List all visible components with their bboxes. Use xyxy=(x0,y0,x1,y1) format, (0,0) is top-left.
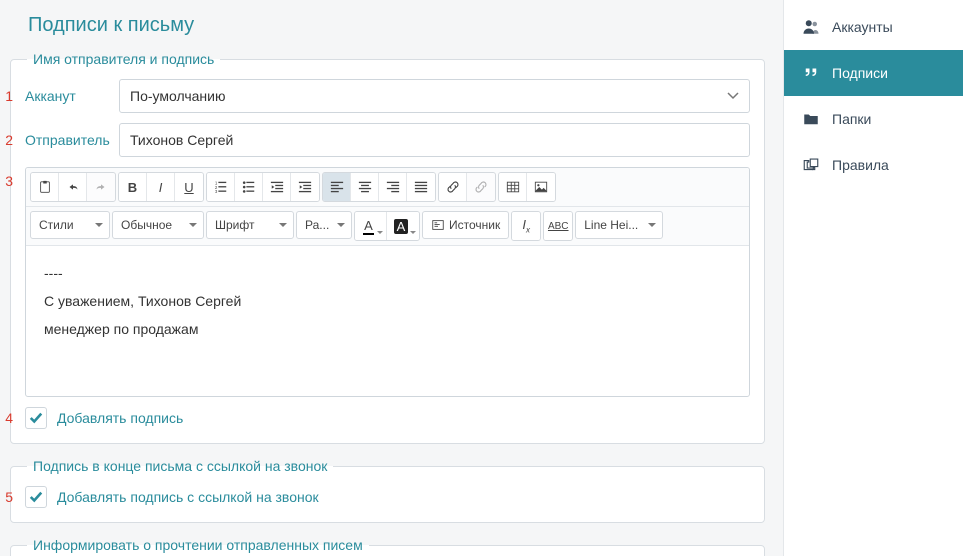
format-select[interactable]: Обычное xyxy=(112,211,204,239)
bottom-signature-fieldset: Подпись в конце письма с ссылкой на звон… xyxy=(10,458,765,523)
toolbar-row-2: Стили Обычное Шрифт Ра... A A Источник xyxy=(26,207,749,246)
size-select[interactable]: Ра... xyxy=(296,211,352,239)
marker-3: 3 xyxy=(0,173,13,189)
paste-button[interactable] xyxy=(31,173,59,201)
call-link-label[interactable]: Добавлять подпись с ссылкой на звонок xyxy=(57,489,319,505)
clear-format-button[interactable]: Ix xyxy=(512,212,540,240)
sender-row: 2 Отправитель xyxy=(25,123,750,157)
read-status-fieldset: Информировать о прочтении отправленных п… xyxy=(10,537,765,556)
sidebar-item-signatures[interactable]: Подписи xyxy=(784,50,963,96)
bg-color-button[interactable]: A xyxy=(387,212,419,240)
add-signature-label[interactable]: Добавлять подпись xyxy=(57,410,183,426)
text-color-button[interactable]: A xyxy=(355,212,387,240)
quotes-icon xyxy=(802,64,820,82)
redo-button[interactable] xyxy=(87,173,115,201)
editor: B I U 123 xyxy=(25,167,750,397)
marker-1: 1 xyxy=(0,88,13,104)
read-status-legend: Информировать о прочтении отправленных п… xyxy=(27,537,369,553)
editor-content[interactable]: ---- С уважением, Тихонов Сергей менедже… xyxy=(26,246,749,396)
link-button[interactable] xyxy=(439,173,467,201)
check-icon xyxy=(29,490,43,504)
bottom-signature-legend: Подпись в конце письма с ссылкой на звон… xyxy=(27,458,333,474)
underline-button[interactable]: U xyxy=(175,173,203,201)
align-right-button[interactable] xyxy=(379,173,407,201)
sidebar-item-rules[interactable]: Правила xyxy=(784,142,963,188)
main-content: Подписи к письму Имя отправителя и подпи… xyxy=(0,0,783,556)
source-button[interactable]: Источник xyxy=(422,211,509,239)
sidebar: Аккаунты Подписи Папки Правила xyxy=(783,0,963,556)
signature-line-1: ---- xyxy=(44,262,731,286)
add-signature-row: 4 Добавлять подпись xyxy=(25,407,750,429)
editor-row: 3 B I U xyxy=(25,167,750,397)
font-select[interactable]: Шрифт xyxy=(206,211,294,239)
styles-select[interactable]: Стили xyxy=(30,211,110,239)
marker-2: 2 xyxy=(0,132,13,148)
account-row: 1 Акканут По-умолчанию xyxy=(25,79,750,113)
align-left-button[interactable] xyxy=(323,173,351,201)
sidebar-label: Аккаунты xyxy=(832,19,893,35)
image-button[interactable] xyxy=(527,173,555,201)
table-button[interactable] xyxy=(499,173,527,201)
sender-fieldset: Имя отправителя и подпись 1 Акканут По-у… xyxy=(10,51,765,444)
sidebar-item-accounts[interactable]: Аккаунты xyxy=(784,4,963,50)
indent-button[interactable] xyxy=(291,173,319,201)
align-center-button[interactable] xyxy=(351,173,379,201)
svg-text:3: 3 xyxy=(214,189,217,194)
sidebar-label: Правила xyxy=(832,157,889,173)
call-link-row: 5 Добавлять подпись с ссылкой на звонок xyxy=(25,486,750,508)
sender-label: Отправитель xyxy=(25,132,119,148)
numbered-list-button[interactable]: 123 xyxy=(207,173,235,201)
unlink-button[interactable] xyxy=(467,173,495,201)
folder-icon xyxy=(802,110,820,128)
undo-button[interactable] xyxy=(59,173,87,201)
marker-4: 4 xyxy=(0,410,13,426)
call-link-checkbox[interactable] xyxy=(25,486,47,508)
signature-line-3: менеджер по продажам xyxy=(44,318,731,342)
sender-input[interactable] xyxy=(119,123,750,157)
account-label: Акканут xyxy=(25,88,119,104)
outdent-button[interactable] xyxy=(263,173,291,201)
add-signature-checkbox[interactable] xyxy=(25,407,47,429)
marker-5: 5 xyxy=(0,489,13,505)
rules-icon xyxy=(802,156,820,174)
sidebar-label: Подписи xyxy=(832,65,888,81)
bullet-list-button[interactable] xyxy=(235,173,263,201)
check-icon xyxy=(29,411,43,425)
person-icon xyxy=(802,18,820,36)
spellcheck-button[interactable]: ABC xyxy=(544,212,572,240)
toolbar-row-1: B I U 123 xyxy=(26,168,749,207)
sidebar-label: Папки xyxy=(832,111,871,127)
italic-button[interactable]: I xyxy=(147,173,175,201)
lineheight-select[interactable]: Line Hei... xyxy=(575,211,663,239)
account-select[interactable]: По-умолчанию xyxy=(119,79,750,113)
bold-button[interactable]: B xyxy=(119,173,147,201)
align-justify-button[interactable] xyxy=(407,173,435,201)
sidebar-item-folders[interactable]: Папки xyxy=(784,96,963,142)
signature-line-2: С уважением, Тихонов Сергей xyxy=(44,290,731,314)
sender-legend: Имя отправителя и подпись xyxy=(27,51,220,67)
page-title: Подписи к письму xyxy=(28,14,765,37)
